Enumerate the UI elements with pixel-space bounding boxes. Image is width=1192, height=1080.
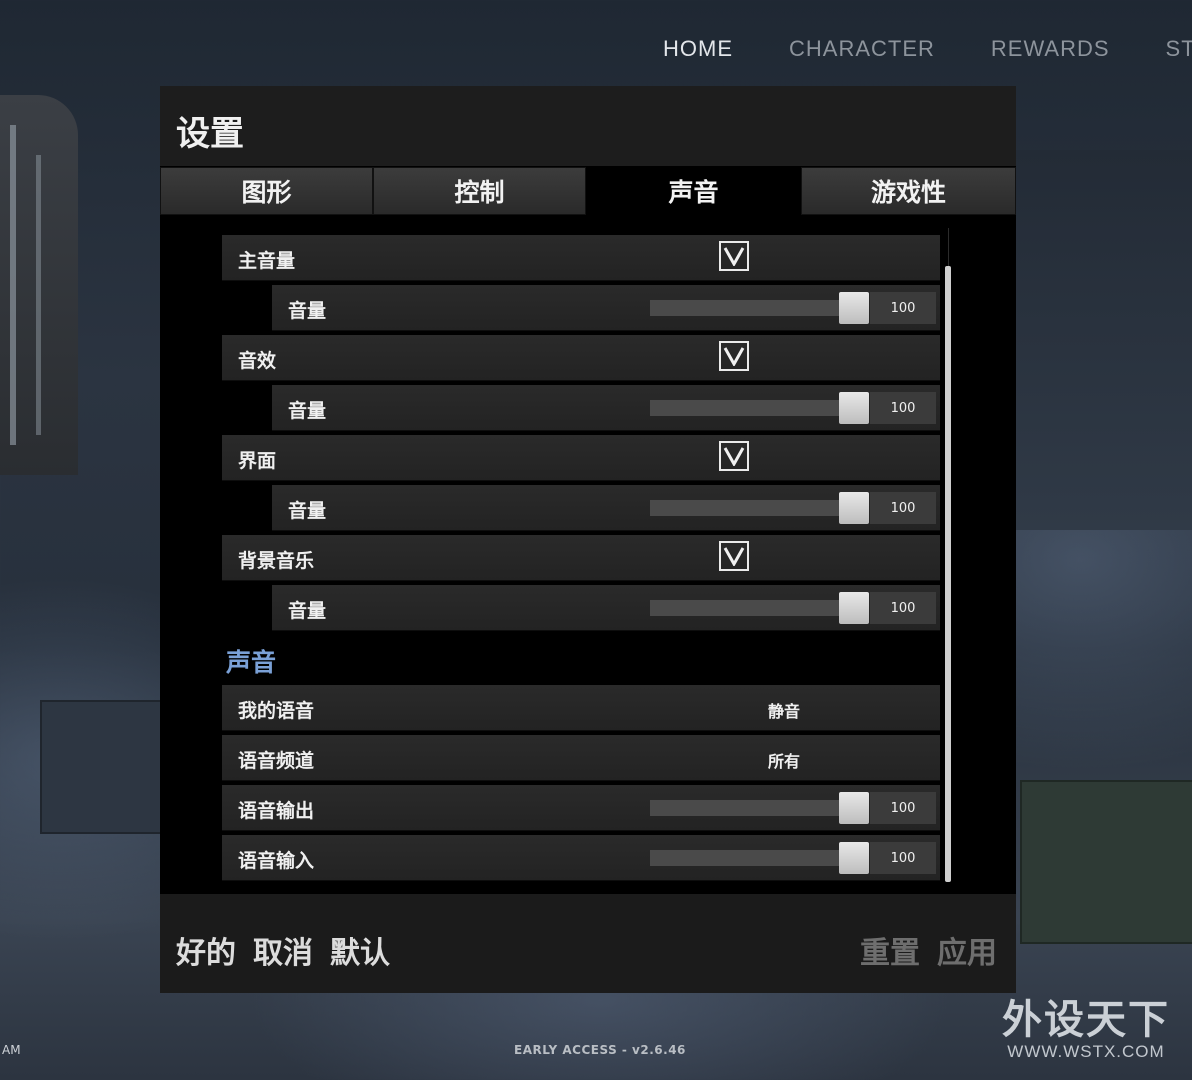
voice-channel-label: 语音频道	[238, 750, 315, 772]
my-voice-label: 我的语音	[238, 700, 315, 722]
slider-thumb[interactable]	[839, 392, 869, 424]
voice-channel-row[interactable]: 语音频道 所有	[222, 735, 940, 781]
cancel-button[interactable]: 取消	[253, 928, 313, 972]
tab-gameplay[interactable]: 游戏性	[801, 167, 1016, 215]
scrollbar-thumb[interactable]	[945, 266, 951, 882]
sfx-row: 音效	[222, 335, 940, 381]
slider-value: 100	[870, 292, 936, 324]
voice-channel-value[interactable]: 所有	[768, 748, 800, 772]
settings-footer: 好的 取消 默认 重置 应用	[160, 894, 1016, 993]
background-crate-right	[1020, 780, 1192, 944]
slider-thumb[interactable]	[839, 842, 869, 874]
volume-label: 音量	[288, 400, 327, 422]
background-window	[0, 95, 78, 475]
default-button[interactable]: 默认	[330, 928, 390, 972]
nav-rewards[interactable]: REWARDS	[991, 36, 1110, 62]
ui-sound-sub-row: 音量 100	[272, 485, 940, 531]
sfx-checkbox[interactable]	[719, 341, 749, 371]
voice-output-label: 语音输出	[238, 800, 315, 822]
master-volume-sub-row: 音量 100	[272, 285, 940, 331]
nav-character[interactable]: CHARACTER	[789, 36, 935, 62]
background-crate-left	[40, 700, 164, 834]
checkmark-icon	[723, 347, 745, 366]
slider-thumb[interactable]	[839, 492, 869, 524]
music-label: 背景音乐	[238, 550, 315, 572]
slider-value: 100	[870, 392, 936, 424]
version-label: EARLY ACCESS - v2.6.46	[514, 1043, 686, 1057]
voice-section-title: 声音	[226, 648, 277, 677]
settings-title: 设置	[176, 114, 244, 154]
checkmark-icon	[723, 447, 745, 466]
settings-header: 设置	[160, 86, 1016, 166]
checkmark-icon	[723, 247, 745, 266]
clock-fragment: AM	[2, 1043, 21, 1057]
nav-stats[interactable]: STAT	[1166, 36, 1192, 62]
master-volume-slider[interactable]: 100	[650, 292, 936, 324]
voice-output-slider[interactable]: 100	[650, 792, 936, 824]
voice-input-slider[interactable]: 100	[650, 842, 936, 874]
slider-track[interactable]	[650, 400, 840, 416]
master-volume-checkbox[interactable]	[719, 241, 749, 271]
settings-rows: 主音量 音量 100 音效 音量 100 界面 音量 100 背景音乐 音量 1…	[222, 235, 940, 885]
tab-graphics[interactable]: 图形	[160, 167, 373, 215]
slider-thumb[interactable]	[839, 792, 869, 824]
slider-thumb[interactable]	[839, 292, 869, 324]
slider-track[interactable]	[650, 600, 840, 616]
sfx-sub-row: 音量 100	[272, 385, 940, 431]
music-sub-row: 音量 100	[272, 585, 940, 631]
my-voice-value[interactable]: 静音	[768, 698, 800, 722]
tab-controls[interactable]: 控制	[373, 167, 586, 215]
slider-track[interactable]	[650, 500, 840, 516]
music-checkbox[interactable]	[719, 541, 749, 571]
slider-value: 100	[870, 592, 936, 624]
tab-sound[interactable]: 声音	[586, 167, 801, 215]
checkmark-icon	[723, 547, 745, 566]
apply-button[interactable]: 应用	[937, 928, 997, 972]
master-volume-row: 主音量	[222, 235, 940, 281]
master-volume-label: 主音量	[238, 250, 296, 272]
voice-input-row: 语音输入 100	[222, 835, 940, 881]
volume-label: 音量	[288, 300, 327, 322]
slider-track[interactable]	[650, 300, 840, 316]
volume-label: 音量	[288, 500, 327, 522]
voice-input-label: 语音输入	[238, 850, 315, 872]
my-voice-row[interactable]: 我的语音 静音	[222, 685, 940, 731]
voice-output-row: 语音输出 100	[222, 785, 940, 831]
sfx-volume-slider[interactable]: 100	[650, 392, 936, 424]
reset-button[interactable]: 重置	[860, 928, 920, 972]
ok-button[interactable]: 好的	[176, 928, 236, 972]
slider-value: 100	[870, 842, 936, 874]
top-navigation: HOME CHARACTER REWARDS STAT	[663, 36, 1192, 62]
ui-sound-label: 界面	[238, 450, 277, 472]
music-volume-slider[interactable]: 100	[650, 592, 936, 624]
ui-volume-slider[interactable]: 100	[650, 492, 936, 524]
settings-content: 主音量 音量 100 音效 音量 100 界面 音量 100 背景音乐 音量 1…	[160, 216, 1016, 894]
ui-sound-checkbox[interactable]	[719, 441, 749, 471]
nav-home[interactable]: HOME	[663, 36, 733, 62]
slider-track[interactable]	[650, 850, 840, 866]
voice-section-header: 声音	[222, 635, 940, 685]
background-arch	[1016, 150, 1192, 530]
watermark: 外设天下 WWW.WSTX.COM	[996, 998, 1176, 1062]
volume-label: 音量	[288, 600, 327, 622]
slider-value: 100	[870, 492, 936, 524]
slider-track[interactable]	[650, 800, 840, 816]
watermark-url: WWW.WSTX.COM	[1007, 1042, 1165, 1061]
music-row: 背景音乐	[222, 535, 940, 581]
sfx-label: 音效	[238, 350, 277, 372]
slider-value: 100	[870, 792, 936, 824]
ui-sound-row: 界面	[222, 435, 940, 481]
watermark-name: 外设天下	[1002, 997, 1170, 1043]
settings-tabs: 图形 控制 声音 游戏性	[160, 166, 1016, 216]
settings-panel: 设置 图形 控制 声音 游戏性 主音量 音量 100 音效 音量 100 界面 …	[160, 86, 1016, 993]
slider-thumb[interactable]	[839, 592, 869, 624]
